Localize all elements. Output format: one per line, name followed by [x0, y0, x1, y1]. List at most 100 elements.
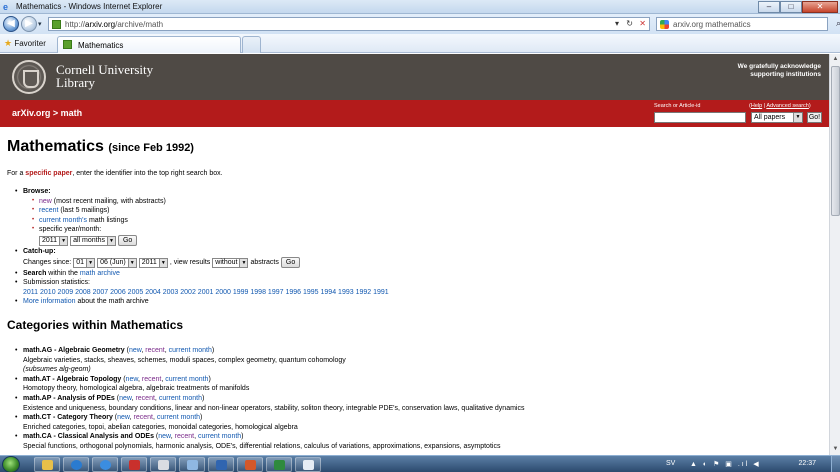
category-current-month-link[interactable]: current month	[157, 414, 200, 421]
stats-year-link[interactable]: 1994	[321, 289, 337, 296]
stats-year-link[interactable]: 2010	[40, 289, 56, 296]
stats-year-link[interactable]: 2007	[93, 289, 109, 296]
vertical-scrollbar[interactable]: ▲ ▼	[829, 54, 840, 455]
year-select[interactable]: 2011 ▼	[39, 235, 69, 246]
forward-button[interactable]: ▶	[21, 16, 37, 32]
browse-current-month-link[interactable]: current month's	[39, 217, 87, 224]
stats-year-link[interactable]: 2003	[163, 289, 179, 296]
refresh-button[interactable]: ↻	[626, 19, 633, 29]
favorites-button[interactable]: ★ Favoriter	[4, 38, 46, 49]
category-current-month-link[interactable]: current month	[165, 376, 208, 383]
stats-year-link[interactable]: 1993	[338, 289, 354, 296]
stats-year-link[interactable]: 2005	[128, 289, 144, 296]
browse-new-item: new (most recent mailing, with abstracts…	[32, 197, 822, 207]
start-button[interactable]	[2, 456, 20, 472]
abstracts-select[interactable]: without ▼	[212, 257, 249, 268]
category-current-month-link[interactable]: current month	[198, 433, 241, 440]
category-recent-link[interactable]: recent	[134, 414, 153, 421]
acknowledgement-link[interactable]: We gratefully acknowledge supporting ins…	[701, 63, 821, 79]
stats-year-link[interactable]: 1991	[373, 289, 389, 296]
category-title: math.CA - Classical Analysis and ODEs	[23, 433, 154, 441]
url-dropdown-icon[interactable]: ▾	[615, 19, 619, 29]
stats-year-link[interactable]: 1992	[356, 289, 372, 296]
more-information-link[interactable]: More information	[23, 298, 76, 305]
category-new-link[interactable]: new	[158, 433, 170, 440]
browse-new-link[interactable]: new	[39, 198, 52, 205]
url-field[interactable]: http://arxiv.org/archive/math ▾ ↻ ✕	[48, 17, 650, 31]
tab-mathematics[interactable]: Mathematics	[57, 36, 241, 53]
recent-pages-dropdown[interactable]: ▾	[38, 20, 42, 28]
category-new-link[interactable]: new	[129, 347, 141, 354]
scrollbar-thumb[interactable]	[831, 66, 840, 216]
taskbar-window[interactable]	[295, 457, 321, 472]
stats-year-link[interactable]: 2009	[58, 289, 74, 296]
breadcrumb-arxiv[interactable]: arXiv.org	[12, 108, 50, 118]
help-link[interactable]: Help	[751, 103, 762, 109]
advanced-search-link[interactable]: Advanced search	[766, 103, 809, 109]
taskbar-app[interactable]	[150, 457, 176, 472]
minimize-button[interactable]: –	[758, 1, 780, 13]
scroll-down-icon[interactable]: ▼	[831, 445, 840, 454]
stats-year-link[interactable]: 2008	[75, 289, 91, 296]
stats-year-link[interactable]: 1999	[233, 289, 249, 296]
category-current-month-link[interactable]: current month	[159, 395, 202, 402]
tray-icons[interactable]: ▲ ◐ ⚑ ▣ .ıl ◀	[690, 460, 761, 468]
stats-year-link[interactable]: 2002	[180, 289, 196, 296]
back-button[interactable]: ◀	[3, 16, 19, 32]
stats-year-link[interactable]: 1996	[285, 289, 301, 296]
day-select[interactable]: 01 ▼	[73, 257, 96, 268]
category-recent-link[interactable]: recent	[135, 395, 154, 402]
search-icon[interactable]: ⌕	[836, 18, 840, 29]
scroll-up-icon[interactable]: ▲	[831, 55, 840, 64]
catchup-month-select[interactable]: 06 (Jun) ▼	[97, 257, 137, 268]
taskbar-media-player[interactable]	[63, 457, 89, 472]
stats-year-link[interactable]: 1998	[250, 289, 266, 296]
catchup-year-select[interactable]: 2011 ▼	[138, 257, 168, 268]
arxiv-search-input[interactable]	[654, 112, 746, 123]
category-description: Algebraic varieties, stacks, sheaves, sc…	[23, 356, 346, 364]
month-select[interactable]: all months ▼	[70, 235, 116, 246]
category-new-link[interactable]: new	[119, 395, 131, 402]
stop-button[interactable]: ✕	[639, 19, 646, 29]
stats-year-link[interactable]: 1997	[268, 289, 284, 296]
browse-go-button[interactable]: Go	[117, 235, 138, 247]
arxiv-search-go-button[interactable]: Go!	[807, 112, 822, 123]
category-recent-link[interactable]: recent	[175, 433, 194, 440]
maximize-button[interactable]: □	[780, 1, 802, 13]
category-new-link[interactable]: new	[117, 414, 129, 421]
new-tab-button[interactable]	[242, 36, 261, 53]
stats-year-link[interactable]: 2004	[145, 289, 161, 296]
taskbar-save-app[interactable]	[208, 457, 234, 472]
taskbar-acrobat[interactable]	[121, 457, 147, 472]
cornell-seal-logo[interactable]	[12, 60, 46, 94]
breadcrumb-math[interactable]: math	[61, 108, 83, 118]
address-bar-row: ◀ ▶ ▾ http://arxiv.org/archive/math ▾ ↻ …	[0, 14, 840, 34]
stats-year-link[interactable]: 2001	[198, 289, 214, 296]
taskbar-explorer[interactable]	[34, 457, 60, 472]
close-button[interactable]: ✕	[802, 1, 838, 13]
stats-year-link[interactable]: 2000	[215, 289, 231, 296]
search-scope-select[interactable]: All papers ▼	[751, 112, 803, 123]
category-current-month-link[interactable]: current month	[169, 347, 212, 354]
cornell-library-name[interactable]: Cornell University Library	[56, 63, 153, 89]
language-indicator[interactable]: SV	[666, 460, 675, 467]
clock[interactable]: 22:37	[798, 460, 816, 467]
taskbar-powerpoint[interactable]	[237, 457, 263, 472]
category-recent-link[interactable]: recent	[145, 347, 164, 354]
taskbar-internet-explorer[interactable]	[92, 457, 118, 472]
taskbar-excel[interactable]	[266, 457, 292, 472]
show-desktop-button[interactable]	[831, 456, 840, 472]
browse-recent-link[interactable]: recent	[39, 207, 58, 214]
math-archive-search-link[interactable]: math archive	[80, 270, 120, 277]
stats-year-link[interactable]: 2011	[23, 289, 38, 296]
stats-year-link[interactable]: 1995	[303, 289, 319, 296]
stats-year-link[interactable]: 2006	[110, 289, 126, 296]
specific-paper-link[interactable]: specific paper	[25, 170, 72, 177]
catchup-go-button[interactable]: Go	[280, 257, 301, 269]
url-text: http://arxiv.org/archive/math	[65, 20, 164, 29]
category-recent-link[interactable]: recent	[142, 376, 161, 383]
remote-desktop-icon	[187, 460, 198, 470]
category-new-link[interactable]: new	[126, 376, 138, 383]
taskbar-remote[interactable]	[179, 457, 205, 472]
browser-search-field[interactable]: arxiv.org mathematics ⌕	[656, 17, 840, 31]
